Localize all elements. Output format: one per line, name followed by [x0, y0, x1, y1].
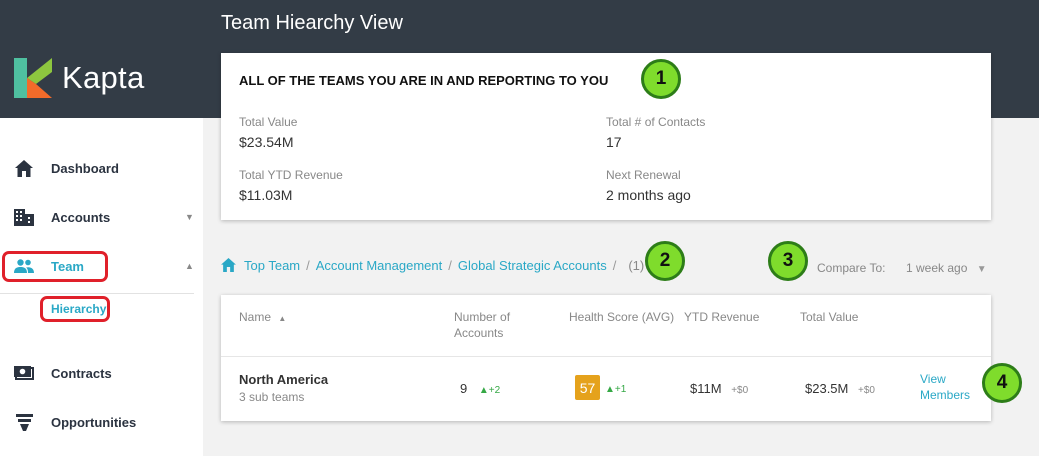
breadcrumb-account-management[interactable]: Account Management — [316, 258, 442, 273]
sidebar-item-label: Opportunities — [51, 414, 137, 430]
team-name[interactable]: North America — [239, 372, 328, 387]
arrow-up-icon: ▲ — [605, 384, 615, 395]
annotation-highlight-hierarchy — [40, 296, 110, 322]
cash-icon — [14, 363, 34, 383]
compare-value: 1 week ago — [906, 261, 968, 275]
breadcrumb: Top Team / Account Management / Global S… — [221, 256, 644, 274]
ytd-value: $11.03M — [239, 187, 293, 203]
accounts-cell: 9 ▲+2 — [460, 381, 500, 396]
sort-asc-icon: ▲ — [278, 314, 287, 323]
header-label: Accounts — [454, 326, 504, 340]
ytd-cell: $11M +$0 — [690, 381, 748, 396]
column-header-name[interactable]: Name ▲ — [239, 309, 286, 327]
accounts-value: 9 — [460, 381, 468, 396]
divider — [221, 356, 991, 357]
link-text: View — [920, 372, 946, 386]
link-text: Members — [920, 388, 971, 402]
header-label: Name — [239, 310, 272, 324]
ytd-label: Total YTD Revenue — [239, 168, 343, 182]
breadcrumb-global-strategic[interactable]: Global Strategic Accounts — [458, 258, 607, 273]
total-delta: +$0 — [858, 385, 875, 396]
health-score-badge: 57 — [575, 375, 600, 400]
total-value: $23.54M — [239, 134, 294, 150]
sidebar: Dashboard Accounts ▼ Team ▲ Hierarchy Co… — [0, 118, 203, 456]
accounts-delta: +2 — [488, 385, 501, 396]
annotation-badge-3: 3 — [768, 241, 808, 281]
team-subtitle: 3 sub teams — [239, 390, 305, 404]
sidebar-item-opportunities[interactable]: Opportunities — [0, 407, 203, 437]
brand[interactable]: Kapta — [14, 58, 145, 98]
brand-name: Kapta — [62, 60, 145, 95]
summary-card: ALL OF THE TEAMS YOU ARE IN AND REPORTIN… — [221, 53, 991, 220]
contacts-value: 17 — [606, 134, 622, 150]
renewal-value: 2 months ago — [606, 187, 691, 203]
sidebar-item-dashboard[interactable]: Dashboard — [0, 153, 203, 183]
sidebar-item-accounts[interactable]: Accounts ▼ — [0, 202, 203, 232]
breadcrumb-separator: / — [612, 257, 617, 273]
contacts-label: Total # of Contacts — [606, 115, 706, 129]
health-delta: +1 — [614, 384, 627, 395]
breadcrumb-separator: / — [448, 257, 452, 273]
home-icon[interactable] — [221, 258, 236, 272]
summary-heading: ALL OF THE TEAMS YOU ARE IN AND REPORTIN… — [239, 73, 609, 88]
chevron-down-icon: ▼ — [185, 212, 194, 222]
breadcrumb-top-team[interactable]: Top Team — [244, 258, 300, 273]
column-header-ytd[interactable]: YTD Revenue — [684, 309, 759, 325]
column-header-accounts[interactable]: Number of Accounts — [454, 309, 510, 341]
funnel-icon — [14, 412, 34, 432]
sidebar-item-label: Dashboard — [51, 160, 119, 176]
arrow-up-icon: ▲ — [478, 385, 489, 396]
home-icon — [14, 158, 34, 178]
total-value-label: Total Value — [239, 115, 298, 129]
renewal-label: Next Renewal — [606, 168, 681, 182]
ytd-value: $11M — [690, 381, 722, 396]
sidebar-item-label: Accounts — [51, 209, 111, 225]
chevron-down-icon: ▼ — [976, 264, 987, 275]
header-label: Number of — [454, 310, 511, 324]
compare-label: Compare To: — [817, 261, 886, 275]
annotation-badge-1: 1 — [641, 59, 681, 99]
divider — [0, 293, 194, 294]
ytd-delta: +$0 — [731, 385, 749, 396]
team-table: Name ▲ Number of Accounts Health Score (… — [221, 295, 991, 421]
annotation-badge-2: 2 — [645, 241, 685, 281]
chevron-up-icon: ▲ — [185, 261, 194, 271]
sidebar-item-contracts[interactable]: Contracts — [0, 358, 203, 388]
breadcrumb-count: (1) — [628, 257, 645, 273]
total-cell: $23.5M +$0 — [805, 381, 875, 396]
building-icon — [14, 207, 34, 227]
compare-select[interactable]: 1 week ago ▼ — [906, 261, 987, 275]
column-header-health[interactable]: Health Score (AVG) — [569, 309, 674, 325]
column-header-total[interactable]: Total Value — [800, 309, 858, 325]
health-delta-cell: ▲+1 — [605, 380, 626, 395]
breadcrumb-separator: / — [306, 257, 310, 273]
annotation-highlight-team — [2, 251, 108, 282]
kapta-logo-icon — [14, 58, 52, 98]
sidebar-item-label: Contracts — [51, 365, 112, 381]
annotation-badge-4: 4 — [982, 363, 1022, 403]
page-title: Team Hiearchy View — [221, 12, 403, 34]
view-members-link[interactable]: View Members — [920, 371, 970, 403]
total-value: $23.5M — [805, 381, 849, 396]
